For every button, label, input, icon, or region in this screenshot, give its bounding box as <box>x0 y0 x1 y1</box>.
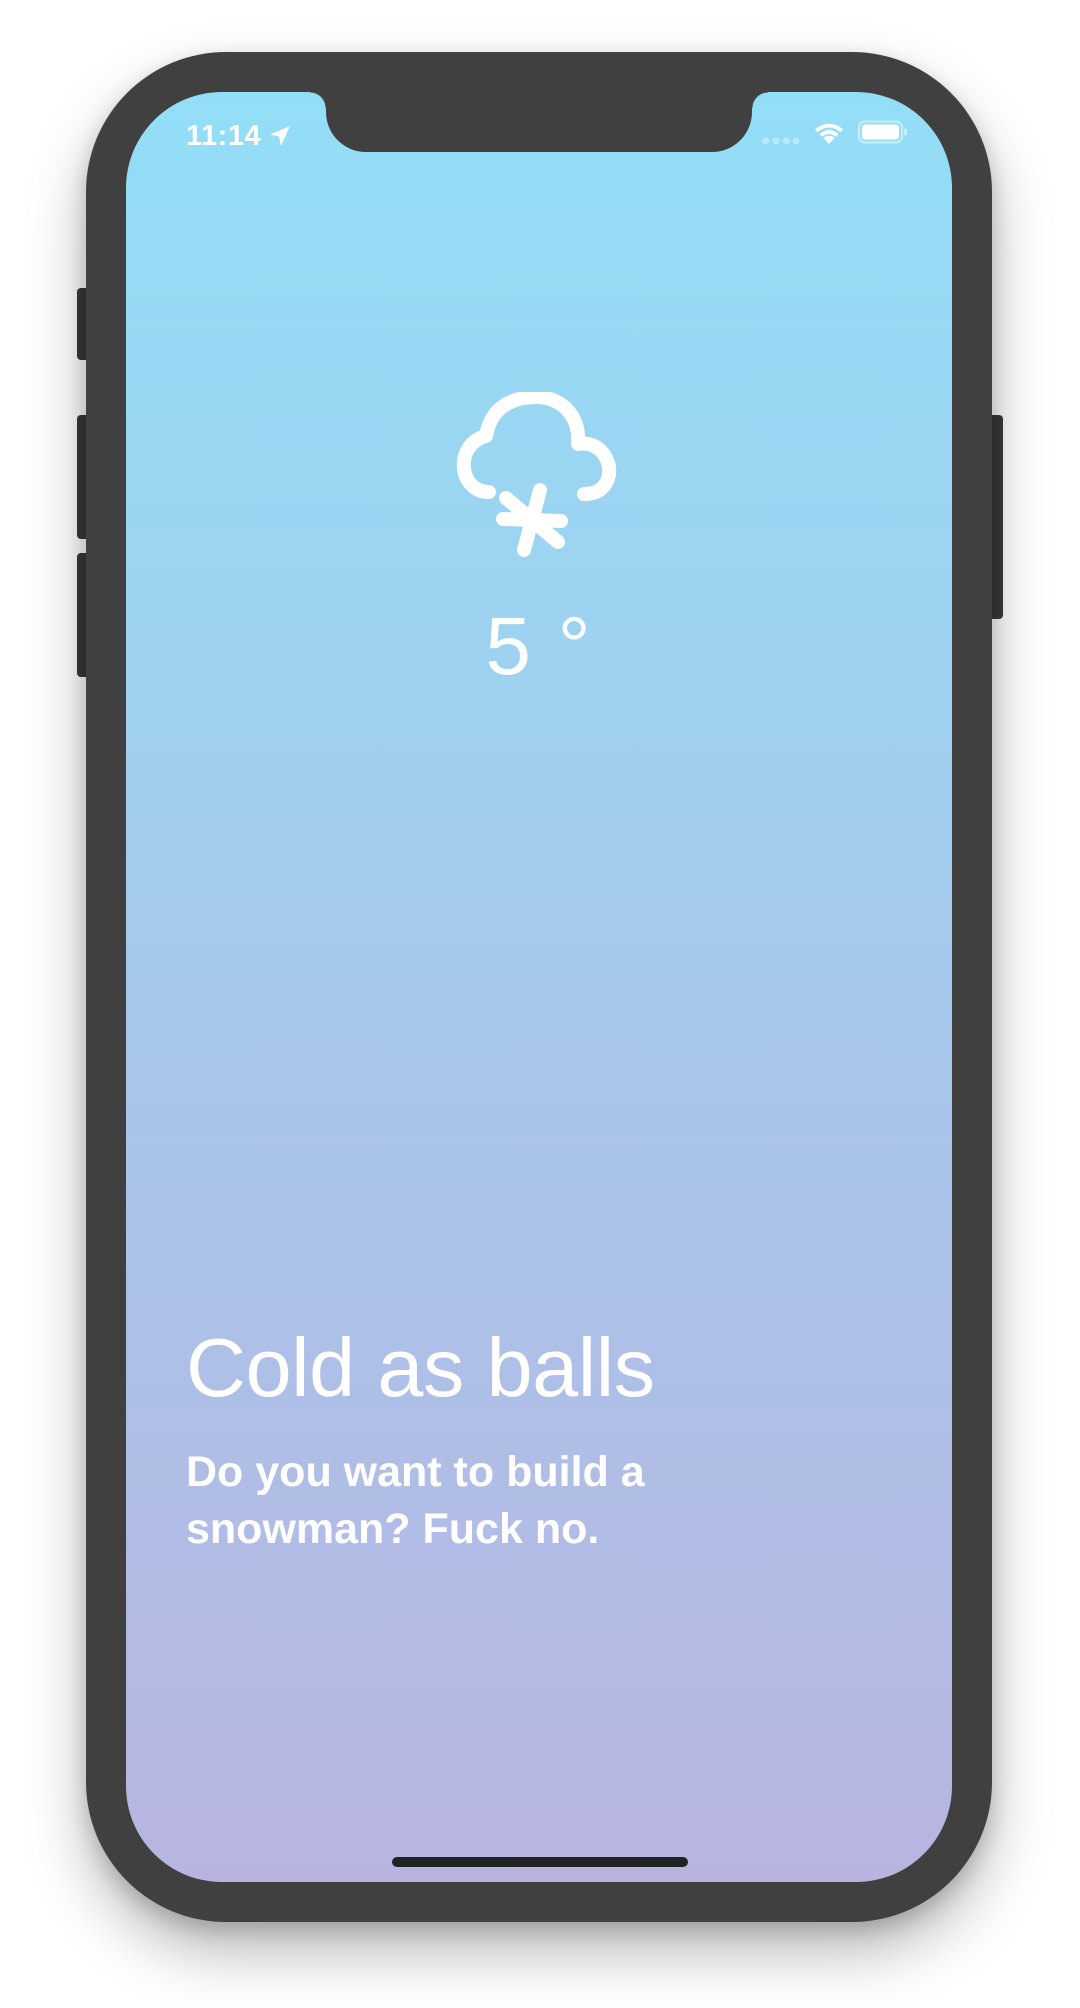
weather-headline: Cold as balls <box>186 1321 655 1414</box>
temperature-value: 5 ° <box>485 601 593 692</box>
app-screen: 11:14 5 ° Cold as balls Do you want to b… <box>126 92 952 1882</box>
weather-subline: Do you want to build a snowman? Fuck no. <box>186 1448 645 1553</box>
cellular-signal-icon <box>762 133 802 145</box>
battery-icon <box>858 120 908 144</box>
cloud-snow-icon <box>444 390 634 562</box>
wifi-icon <box>812 120 846 146</box>
screenshot-canvas: 11:14 5 ° Cold as balls Do you want to b… <box>0 0 1080 2008</box>
home-indicator[interactable] <box>392 1857 688 1867</box>
status-time: 11:14 <box>186 120 262 152</box>
device-notch <box>310 92 768 152</box>
phone-frame: 11:14 5 ° Cold as balls Do you want to b… <box>86 52 992 1922</box>
location-arrow-icon <box>268 124 292 148</box>
